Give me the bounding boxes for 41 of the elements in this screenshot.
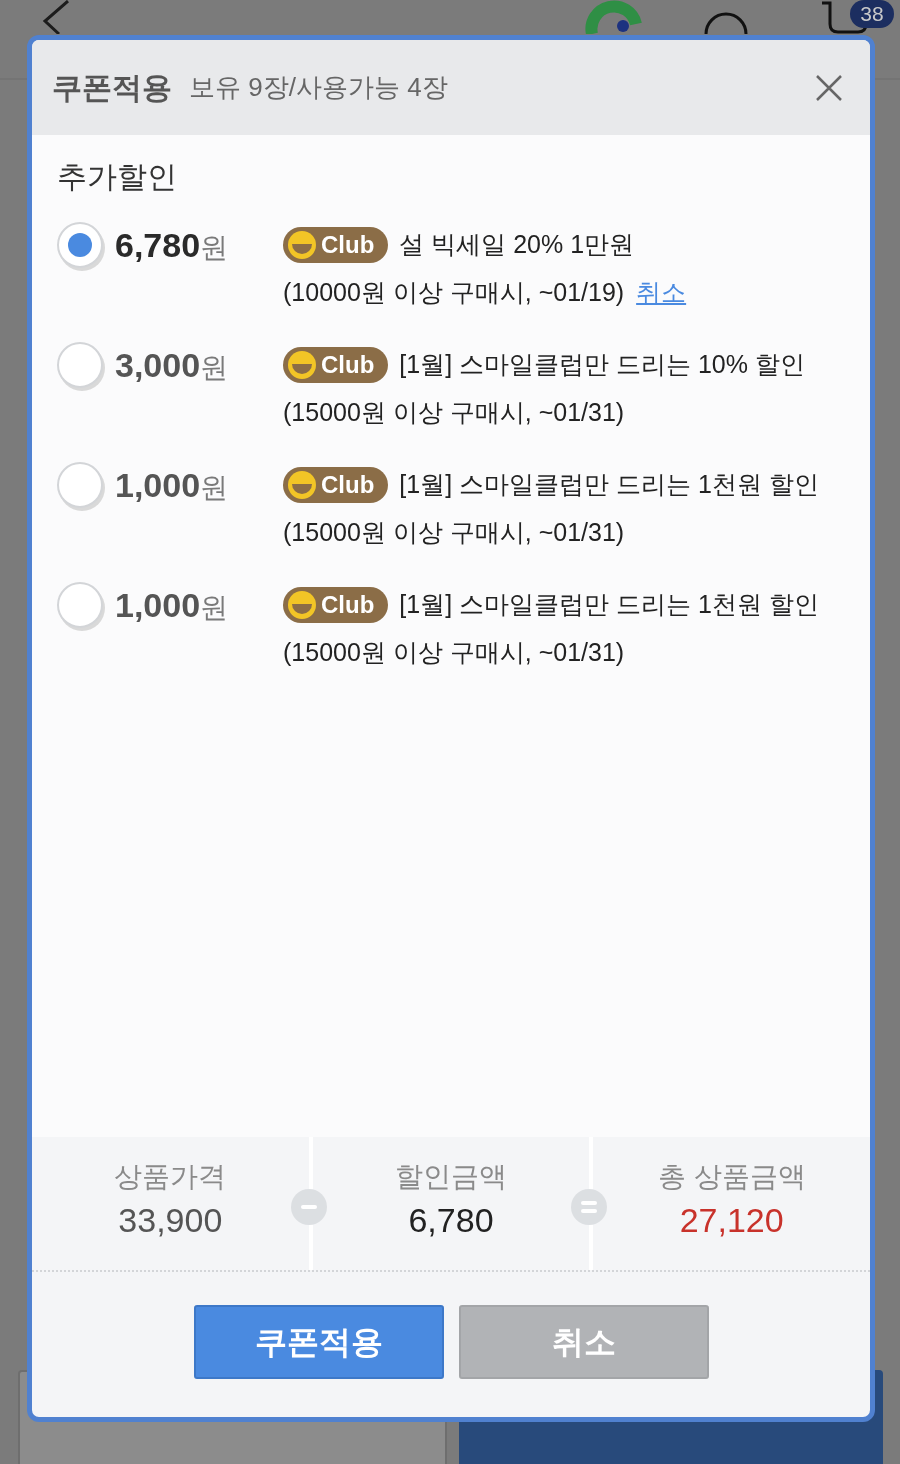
smiley-icon [287, 350, 317, 380]
discount-amount: 3,000원 [115, 345, 230, 386]
summary-label: 총 상품금액 [656, 1160, 807, 1194]
discount-amount: 1,000원 [115, 585, 230, 626]
apply-button[interactable]: 쿠폰적용 [193, 1305, 444, 1379]
coupon-condition: (15000원 이상 구매시, ~01/31) [283, 397, 625, 429]
coupon-name: [1월] 스마일클럽만 드리는 10% 할인 [399, 349, 805, 381]
summary-value: 6,780 [407, 1200, 495, 1241]
coupon-condition: (15000원 이상 구매시, ~01/31) [283, 517, 625, 549]
dialog-subtitle: 보유 9장/사용가능 4장 [189, 71, 448, 104]
summary-value: 27,120 [678, 1200, 785, 1241]
cancel-button[interactable]: 취소 [458, 1305, 709, 1379]
section-title: 추가할인 [57, 159, 178, 195]
radio-button[interactable] [57, 222, 103, 268]
coupon-name: 설 빅세일 20% 1만원 [399, 229, 635, 261]
club-label: Club [321, 470, 375, 500]
summary-label: 상품가격 [113, 1160, 228, 1194]
club-label: Club [321, 350, 375, 380]
close-button[interactable] [814, 72, 844, 103]
cancel-link[interactable]: 취소 [636, 274, 687, 312]
summary-label: 할인금액 [394, 1160, 508, 1194]
coupon-condition: (15000원 이상 구매시, ~01/31) [283, 637, 625, 669]
smiley-icon [287, 230, 317, 260]
smiley-icon [287, 470, 317, 500]
cart-badge: 38 [850, 0, 894, 28]
dialog-title: 쿠폰적용 [52, 70, 172, 106]
radio-button[interactable] [57, 342, 103, 388]
radio-button[interactable] [57, 462, 103, 508]
coupon-name: [1월] 스마일클럽만 드리는 1천원 할인 [399, 469, 819, 501]
chevron-left-icon[interactable] [42, 0, 70, 34]
smiley-icon [287, 590, 317, 620]
discount-amount: 6,780원 [115, 225, 230, 266]
radio-button[interactable] [57, 582, 103, 628]
coupon-condition: (10000원 이상 구매시, ~01/19) [283, 277, 625, 309]
coupon-name: [1월] 스마일클럽만 드리는 1천원 할인 [399, 589, 819, 621]
club-label: Club [321, 590, 375, 620]
summary-value: 33,900 [117, 1200, 224, 1241]
club-label: Club [321, 230, 375, 260]
close-icon [816, 74, 842, 101]
logo-icon[interactable] [585, 0, 643, 34]
discount-amount: 1,000원 [115, 465, 230, 506]
